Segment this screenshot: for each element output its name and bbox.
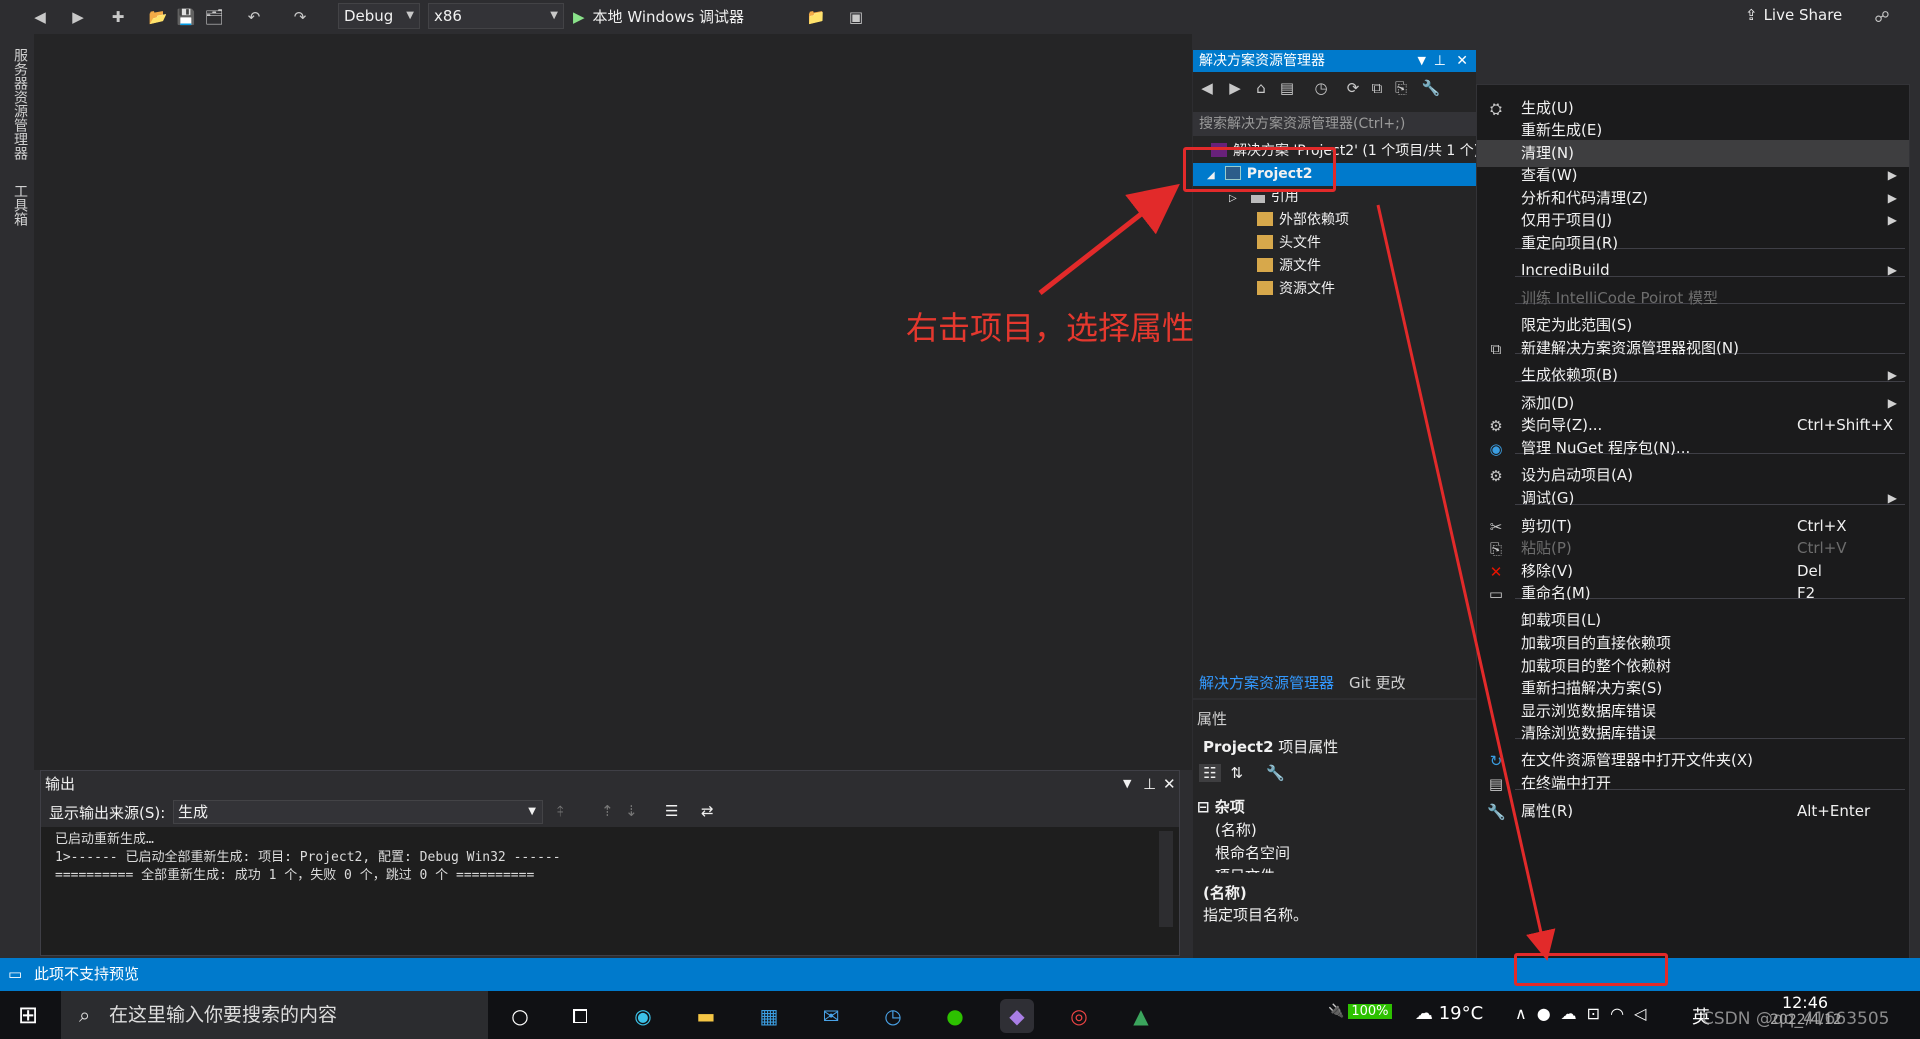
arrow-to-project <box>1038 183 1180 295</box>
annotation-arrows <box>1038 183 1556 961</box>
arrow-to-properties <box>1376 204 1556 961</box>
